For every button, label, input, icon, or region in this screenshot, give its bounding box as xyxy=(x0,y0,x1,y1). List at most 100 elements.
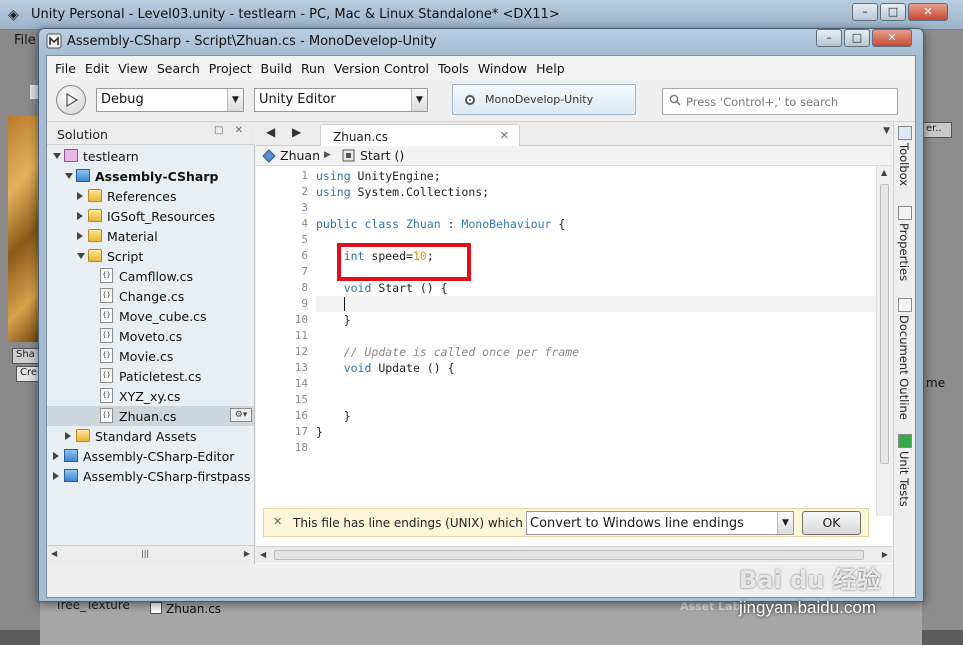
monodevelop-close-button[interactable]: ✕ xyxy=(872,29,912,47)
code-line[interactable] xyxy=(316,392,876,408)
line-endings-select[interactable]: Convert to Windows line endings ▼ xyxy=(526,511,794,535)
code-line[interactable]: } xyxy=(316,424,876,440)
menu-search[interactable]: Search xyxy=(155,56,207,80)
run-target-select[interactable]: Unity Editor ▼ xyxy=(254,88,428,112)
tree-item-standard-assets[interactable]: Standard Assets xyxy=(47,426,254,446)
status-icon xyxy=(465,95,475,105)
dock-properties[interactable]: Properties xyxy=(896,206,914,281)
expander-closed-icon[interactable] xyxy=(65,432,71,440)
tree-item-references[interactable]: References xyxy=(47,186,254,206)
nav-forward-icon[interactable]: ▶ xyxy=(292,125,301,139)
tree-item-movie-cs[interactable]: {} Movie.cs xyxy=(47,346,254,366)
code-editor[interactable]: 1 2 3 4 5 6 7 8 9 10 11 12 13 14 15 16 17 18 using UnityE… xyxy=(256,166,876,516)
build-config-select[interactable]: Debug ▼ xyxy=(96,88,244,112)
unity-menu-file[interactable]: File xyxy=(14,33,36,48)
dock-toolbox[interactable]: Toolbox xyxy=(896,126,914,186)
expander-closed-icon[interactable] xyxy=(53,472,59,480)
menu-file[interactable]: File xyxy=(53,56,83,80)
tabs-dropdown-icon[interactable]: ▼ xyxy=(883,126,890,136)
tree-item-assembly-csharp-firstpass[interactable]: Assembly-CSharp-firstpass xyxy=(47,466,254,486)
code-line[interactable] xyxy=(316,440,876,456)
search-input[interactable]: Press 'Control+,' to search xyxy=(662,88,898,115)
menu-edit[interactable]: Edit xyxy=(83,56,116,80)
code-line[interactable]: // Update is called once per frame xyxy=(316,344,876,360)
tree-item-material[interactable]: Material xyxy=(47,226,254,246)
scrollbar-thumb[interactable] xyxy=(880,184,889,464)
solution-horizontal-scrollbar[interactable]: ◀ ||| ▶ xyxy=(47,545,254,562)
expander-closed-icon[interactable] xyxy=(77,232,83,240)
dock-unit-tests[interactable]: Unit Tests xyxy=(896,434,914,507)
code-line[interactable]: public class Zhuan : MonoBehaviour { xyxy=(316,216,876,232)
scrollbar-thumb[interactable] xyxy=(274,550,864,560)
code-line[interactable]: using UnityEngine; xyxy=(316,168,876,184)
code-token: Start () { xyxy=(371,281,448,295)
expander-closed-icon[interactable] xyxy=(77,192,83,200)
scroll-up-icon[interactable]: ▲ xyxy=(881,168,887,177)
ok-button[interactable]: OK xyxy=(802,511,861,535)
code-line[interactable]: void Update () { xyxy=(316,360,876,376)
right-dock: Toolbox Properties Document Outline Unit Te… xyxy=(893,122,915,597)
menu-project[interactable]: Project xyxy=(207,56,259,80)
expander-open-icon[interactable] xyxy=(77,253,85,259)
unity-minimize-button[interactable]: – xyxy=(852,3,878,21)
code-line[interactable] xyxy=(316,200,876,216)
pad-buttons[interactable]: □ ✕ xyxy=(214,125,247,136)
expander-open-icon[interactable] xyxy=(65,173,73,179)
expander-closed-icon[interactable] xyxy=(77,212,83,220)
nav-back-icon[interactable]: ◀ xyxy=(266,125,275,139)
tree-item-xyz-xy-cs[interactable]: {} XYZ_xy.cs xyxy=(47,386,254,406)
scroll-left-icon[interactable]: ◀ xyxy=(260,550,266,559)
close-icon[interactable]: ✕ xyxy=(500,129,509,142)
unity-logo-icon: ◈ xyxy=(8,7,19,23)
tree-item-moveto-cs[interactable]: {} Moveto.cs xyxy=(47,326,254,346)
tree-item-igsoft-resources[interactable]: IGSoft_Resources xyxy=(47,206,254,226)
tree-item-change-cs[interactable]: {} Change.cs xyxy=(47,286,254,306)
monodevelop-maximize-button[interactable]: □ xyxy=(844,29,870,47)
menu-window[interactable]: Window xyxy=(476,56,534,80)
tree-item-move-cube-cs[interactable]: {} Move_cube.cs xyxy=(47,306,254,326)
close-icon[interactable]: ✕ xyxy=(273,515,282,528)
run-button[interactable] xyxy=(56,85,86,115)
code-line[interactable]: } xyxy=(316,408,876,424)
menu-version-control[interactable]: Version Control xyxy=(332,56,436,80)
expander-open-icon[interactable] xyxy=(53,153,61,159)
scroll-right-icon[interactable]: ▶ xyxy=(244,549,250,558)
tab-zhuan-cs[interactable]: Zhuan.cs ✕ xyxy=(320,124,520,147)
menu-run[interactable]: Run xyxy=(299,56,332,80)
code-line[interactable] xyxy=(316,376,876,392)
code-line[interactable]: } xyxy=(316,312,876,328)
unity-create-tab[interactable]: Cre xyxy=(16,366,40,382)
editor-vertical-scrollbar[interactable]: ▲ xyxy=(876,166,892,516)
tree-item-script[interactable]: Script xyxy=(47,246,254,266)
menu-view[interactable]: View xyxy=(116,56,155,80)
menu-build[interactable]: Build xyxy=(259,56,299,80)
unity-close-button[interactable]: ✕ xyxy=(908,3,948,21)
tree-item-assembly-csharp[interactable]: Assembly-CSharp xyxy=(47,166,254,186)
code-line[interactable]: void Start () { xyxy=(316,280,876,296)
tree-item-assembly-csharp-editor[interactable]: Assembly-CSharp-Editor xyxy=(47,446,254,466)
breadcrumb-class[interactable]: Zhuan xyxy=(280,148,320,163)
code-line[interactable] xyxy=(316,296,876,312)
unity-maximize-button[interactable]: □ xyxy=(880,3,906,21)
tree-item-zhuan-cs[interactable]: {} Zhuan.cs ⚙▾ xyxy=(47,406,254,426)
monodevelop-minimize-button[interactable]: – xyxy=(816,29,842,47)
dock-document-outline[interactable]: Document Outline xyxy=(896,298,914,420)
unity-bottom-file[interactable]: Zhuan.cs xyxy=(150,602,221,616)
gear-icon[interactable]: ⚙▾ xyxy=(230,408,252,422)
tree-item-label: Movie.cs xyxy=(119,349,174,364)
scroll-left-icon[interactable]: ◀ xyxy=(51,549,57,558)
menu-help[interactable]: Help xyxy=(534,56,572,80)
tree-item-testlearn[interactable]: testlearn xyxy=(47,146,254,166)
dock-label: Document Outline xyxy=(897,315,911,420)
scroll-right-icon[interactable]: ▶ xyxy=(882,550,888,559)
breadcrumb-method[interactable]: Start () xyxy=(360,148,404,163)
menu-tools[interactable]: Tools xyxy=(436,56,476,80)
unity-right-button[interactable]: er.. xyxy=(922,122,952,138)
code-token: } xyxy=(316,409,351,423)
unity-left-tab[interactable]: Sha xyxy=(12,348,40,364)
tree-item-camfllow-cs[interactable]: {} Camfllow.cs xyxy=(47,266,254,286)
code-line[interactable] xyxy=(316,328,876,344)
expander-closed-icon[interactable] xyxy=(53,452,59,460)
tree-item-paticletest-cs[interactable]: {} Paticletest.cs xyxy=(47,366,254,386)
code-line[interactable]: using System.Collections; xyxy=(316,184,876,200)
